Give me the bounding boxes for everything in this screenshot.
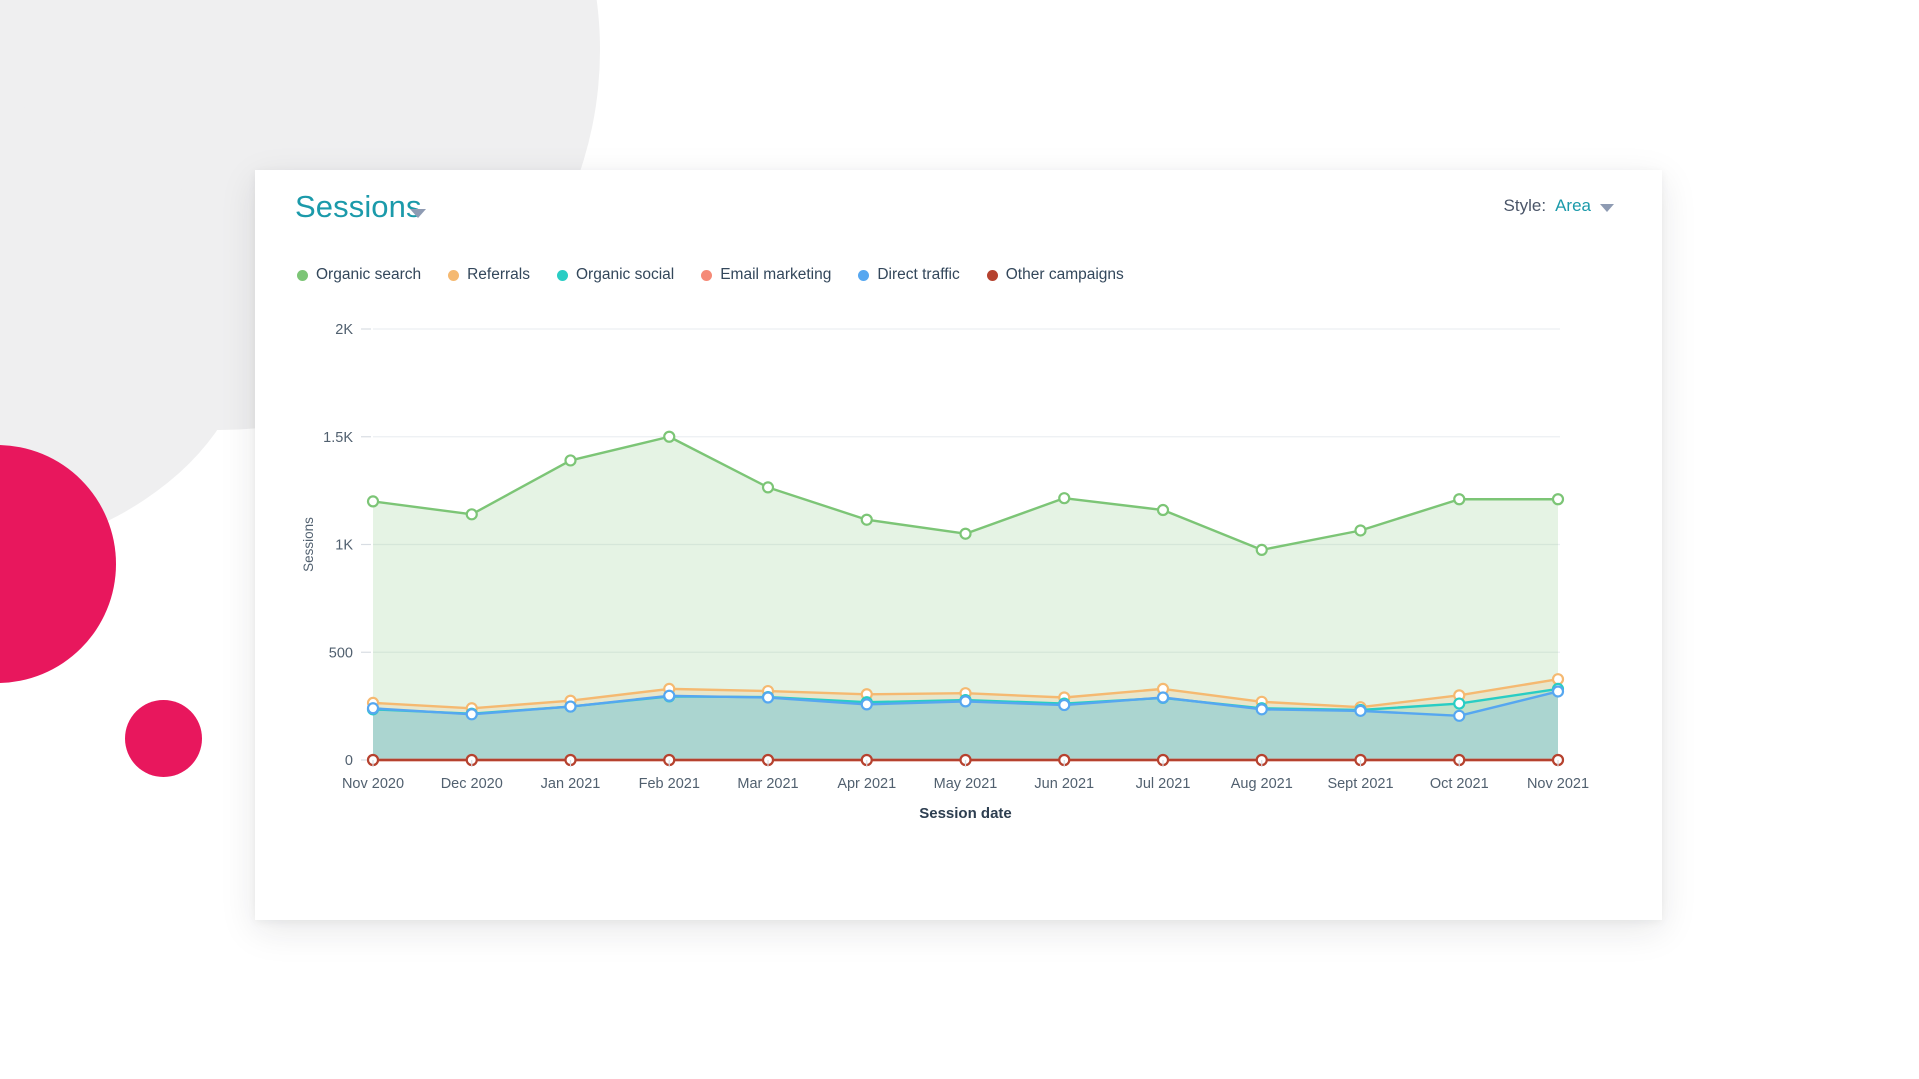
legend-color-swatch (557, 269, 568, 281)
data-point-marker[interactable] (1255, 543, 1268, 556)
chart-legend: Organic search Referrals Organic social Ema… (297, 266, 1124, 284)
data-point-marker[interactable] (465, 708, 478, 721)
legend-item-label: Referrals (467, 266, 530, 283)
legend-color-swatch (986, 269, 998, 281)
data-point-marker[interactable] (860, 513, 873, 526)
legend-item-referrals[interactable]: Referrals (448, 266, 530, 284)
data-point-marker[interactable] (1255, 703, 1268, 716)
style-label: Style: (1503, 196, 1547, 215)
data-point-marker[interactable] (1551, 685, 1565, 698)
legend-item-organic-search[interactable]: Organic search (297, 266, 421, 284)
chart-card: Sessions Style: Area Organic search Refer… (255, 170, 1662, 920)
legend-item-label: Organic search (316, 266, 422, 283)
x-axis-tick-label[interactable]: Feb 2021 (639, 776, 700, 792)
data-point-marker[interactable] (1551, 493, 1565, 506)
legend-color-swatch (297, 269, 308, 281)
legend-item-label: Direct traffic (877, 266, 960, 283)
legend-color-swatch (448, 269, 460, 281)
legend-item-direct-traffic[interactable]: Direct traffic (858, 266, 960, 284)
data-point-marker[interactable] (564, 700, 577, 713)
data-point-marker[interactable] (761, 691, 775, 704)
x-axis-tick-label[interactable]: Nov 2021 (1527, 776, 1589, 792)
chevron-down-icon[interactable] (410, 209, 426, 218)
page-title[interactable]: Sessions (295, 189, 422, 225)
x-axis-tick-label[interactable]: Apr 2021 (837, 776, 896, 792)
data-point-marker[interactable] (564, 454, 577, 467)
data-point-marker[interactable] (1354, 524, 1367, 537)
chevron-down-icon[interactable] (1600, 203, 1614, 212)
data-point-marker[interactable] (366, 702, 380, 715)
y-axis-tick-label: 1K (335, 538, 353, 554)
card-header: Sessions Style: Area (255, 170, 1662, 250)
style-selector[interactable]: Style: Area (1504, 196, 1614, 216)
data-point-marker[interactable] (366, 495, 380, 508)
data-point-marker[interactable] (959, 527, 972, 540)
x-axis-tick-label[interactable]: Nov 2020 (342, 776, 404, 792)
data-point-marker[interactable] (465, 508, 478, 521)
y-axis-tick-label: 500 (329, 645, 353, 661)
data-point-marker[interactable] (860, 698, 873, 711)
x-axis-title: Session date (919, 805, 1012, 822)
legend-item-label: Other campaigns (1005, 266, 1124, 283)
data-point-marker[interactable] (1354, 704, 1367, 717)
x-axis-tick-label[interactable]: Jan 2021 (541, 776, 601, 792)
data-point-marker[interactable] (1058, 492, 1071, 505)
x-axis-tick-label[interactable]: Mar 2021 (737, 776, 798, 792)
x-axis-tick-label[interactable]: May 2021 (934, 776, 998, 792)
legend-color-swatch (701, 269, 713, 281)
style-value[interactable]: Area (1555, 196, 1591, 216)
x-axis-tick-label[interactable]: Oct 2021 (1430, 776, 1489, 792)
data-point-marker[interactable] (1453, 697, 1466, 710)
legend-item-organic-social[interactable]: Organic social (557, 266, 674, 284)
x-axis-tick-label[interactable]: Aug 2021 (1231, 776, 1293, 792)
legend-item-label: Email marketing (720, 266, 832, 283)
y-axis-tick-label: 0 (345, 753, 353, 769)
legend-item-label: Organic social (576, 266, 675, 283)
legend-item-email-marketing[interactable]: Email marketing (701, 266, 831, 284)
x-axis-tick-label[interactable]: Jun 2021 (1034, 776, 1094, 792)
legend-color-swatch (858, 269, 870, 281)
area-chart-svg: 0 500 1K 1.5K 2K Sessions Nov 2020 Dec 2020 Jan … (301, 322, 1589, 822)
data-point-marker[interactable] (1453, 493, 1466, 506)
y-axis-title: Sessions (301, 517, 316, 572)
data-point-marker[interactable] (761, 481, 775, 494)
chart-plot-area: 0 500 1K 1.5K 2K Sessions Nov 2020 Dec 2020 Jan … (255, 300, 1662, 900)
data-point-marker[interactable] (1551, 673, 1565, 686)
data-point-marker[interactable] (1453, 709, 1466, 722)
data-point-marker[interactable] (663, 430, 676, 443)
data-point-marker[interactable] (1058, 698, 1071, 712)
legend-item-other-campaigns[interactable]: Other campaigns (986, 266, 1124, 284)
data-point-marker[interactable] (663, 689, 676, 702)
x-axis-tick-label[interactable]: Dec 2020 (441, 776, 503, 792)
x-axis-tick-label[interactable]: Sept 2021 (1327, 776, 1393, 792)
data-point-marker[interactable] (1156, 691, 1170, 704)
y-axis-tick-label: 1.5K (323, 430, 353, 446)
pink-circle-small (125, 700, 202, 777)
y-axis-tick-label: 2K (335, 322, 353, 338)
data-point-marker[interactable] (1156, 503, 1170, 517)
data-point-marker[interactable] (959, 695, 972, 708)
x-axis-tick-label[interactable]: Jul 2021 (1136, 776, 1191, 792)
